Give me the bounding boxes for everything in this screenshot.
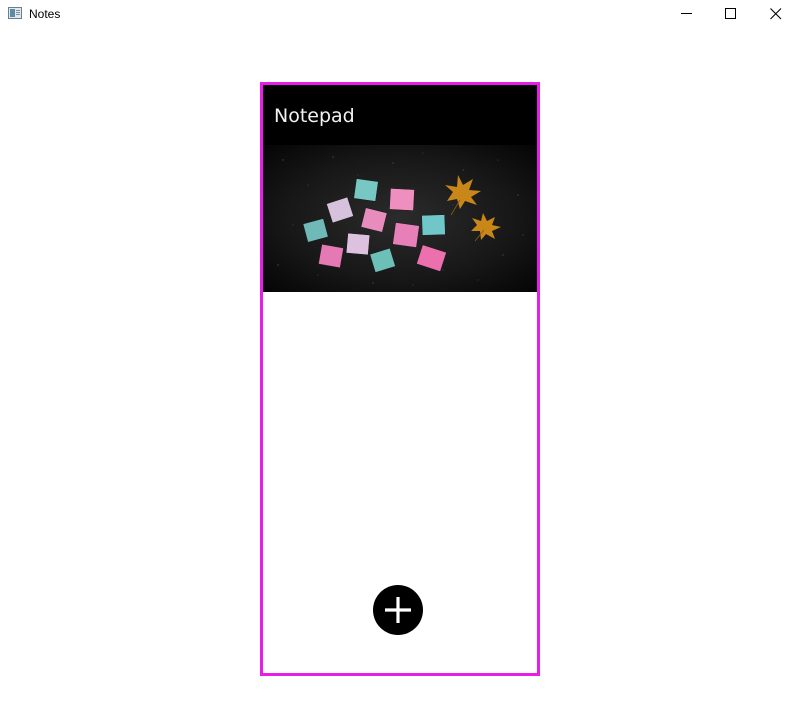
maximize-button[interactable] [708, 0, 754, 28]
sticky-notes-photo [263, 145, 537, 292]
maximize-icon [725, 8, 736, 19]
title-bar[interactable]: Notes [0, 0, 799, 28]
notes-window: Notes Notepad [0, 0, 799, 704]
minimize-button[interactable] [664, 0, 710, 28]
app-title: Notepad [274, 105, 355, 127]
window-title: Notes [29, 7, 61, 21]
close-button[interactable] [753, 0, 799, 28]
app-header: Notepad [263, 85, 537, 145]
close-icon [770, 8, 782, 20]
app-frame: Notepad [260, 82, 540, 676]
plus-icon [385, 597, 411, 623]
app-icon [8, 7, 22, 19]
minimize-icon [681, 13, 692, 14]
hero-image [263, 145, 537, 292]
add-note-button[interactable] [373, 585, 423, 635]
